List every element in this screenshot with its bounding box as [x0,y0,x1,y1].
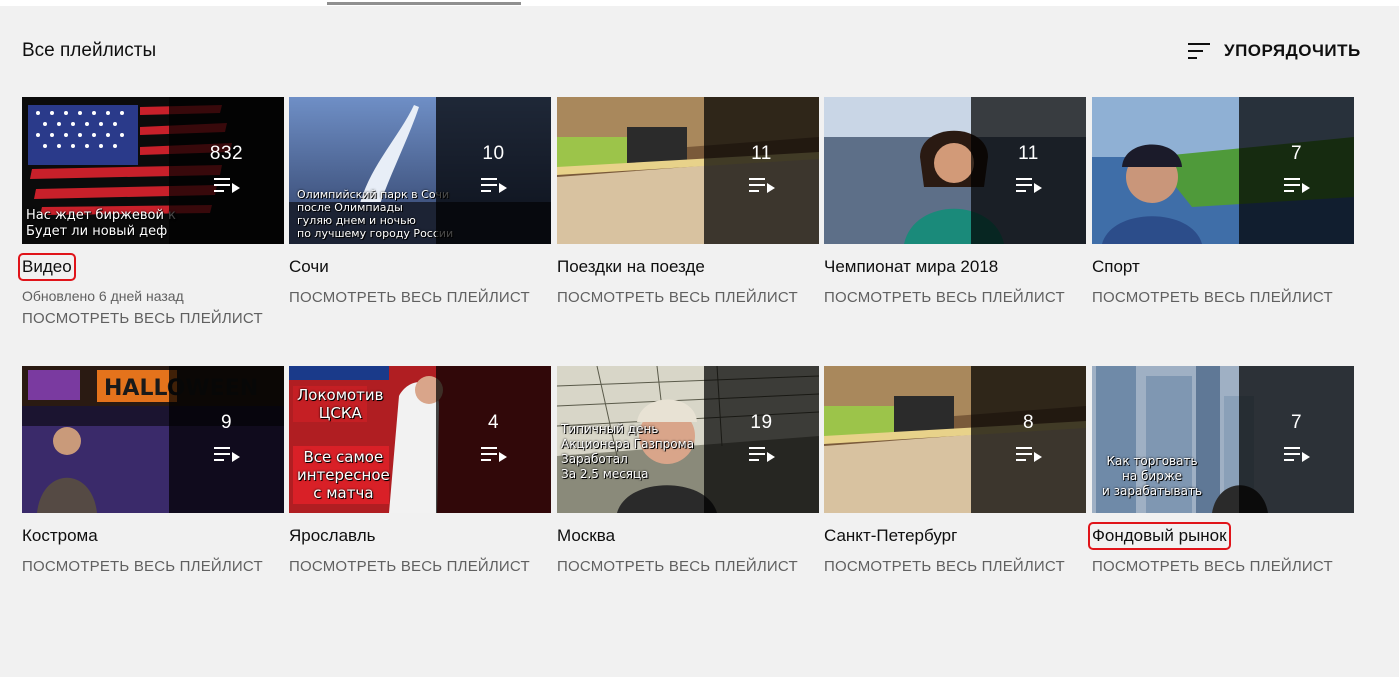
playlist-icon [213,177,240,193]
playlist-title[interactable]: Видео [18,253,76,281]
playlist-overlay: 11 [704,97,819,244]
playlist-thumbnail[interactable]: Как торговать на бирже и зарабатывать 7 [1092,366,1354,513]
playlist-overlay: 9 [169,366,284,513]
view-full-playlist-link[interactable]: ПОСМОТРЕТЬ ВЕСЬ ПЛЕЙЛИСТ [289,289,551,306]
playlist-thumbnail[interactable]: 11 [824,97,1086,244]
video-count: 7 [1290,411,1303,433]
playlist-title[interactable]: Сочи [289,257,329,277]
playlist-icon [213,446,240,462]
video-count: 11 [1018,142,1039,164]
playlist-icon [1015,446,1042,462]
playlist-icon [480,177,507,193]
playlist-card: 11 Поездки на поезде ПОСМОТРЕТЬ ВЕСЬ ПЛЕ… [557,97,819,306]
video-count: 832 [209,142,244,164]
playlist-thumbnail[interactable]: Локомотив ЦСКА Все самое интересное с ма… [289,366,551,513]
playlist-title[interactable]: Спорт [1092,257,1140,277]
video-count: 11 [751,142,772,164]
playlist-card: Локомотив ЦСКА Все самое интересное с ма… [289,366,551,575]
updated-text: Обновлено 6 дней назад [22,288,184,304]
playlist-card: Нас ждет биржевой к Будет ли новый деф 8… [18,97,284,327]
playlist-thumbnail[interactable]: Нас ждет биржевой к Будет ли новый деф 8… [22,97,284,244]
playlist-icon [748,177,775,193]
playlist-title[interactable]: Ярославль [289,526,375,546]
video-count: 7 [1290,142,1303,164]
video-count: 8 [1022,411,1035,433]
playlist-overlay: 7 [1239,366,1354,513]
view-full-playlist-link[interactable]: ПОСМОТРЕТЬ ВЕСЬ ПЛЕЙЛИСТ [22,558,284,575]
view-full-playlist-link[interactable]: ПОСМОТРЕТЬ ВЕСЬ ПЛЕЙЛИСТ [1092,558,1354,575]
view-full-playlist-link[interactable]: ПОСМОТРЕТЬ ВЕСЬ ПЛЕЙЛИСТ [824,558,1086,575]
playlist-overlay: 4 [436,366,551,513]
playlist-icon [1283,446,1310,462]
playlist-overlay: 11 [971,97,1086,244]
playlist-icon [748,446,775,462]
tab-bar [0,0,1399,6]
active-tab-indicator [327,2,521,5]
sort-button[interactable]: УПОРЯДОЧИТЬ [1186,38,1361,64]
playlist-title[interactable]: Москва [557,526,615,546]
view-full-playlist-link[interactable]: ПОСМОТРЕТЬ ВЕСЬ ПЛЕЙЛИСТ [22,310,284,327]
playlist-thumbnail[interactable]: HALLOWEEN 9 [22,366,284,513]
view-full-playlist-link[interactable]: ПОСМОТРЕТЬ ВЕСЬ ПЛЕЙЛИСТ [1092,289,1354,306]
view-full-playlist-link[interactable]: ПОСМОТРЕТЬ ВЕСЬ ПЛЕЙЛИСТ [557,558,819,575]
playlist-thumbnail[interactable]: 8 [824,366,1086,513]
playlist-card: 7 Спорт ПОСМОТРЕТЬ ВЕСЬ ПЛЕЙЛИСТ [1092,97,1354,306]
playlist-title[interactable]: Кострома [22,526,98,546]
playlist-title[interactable]: Чемпионат мира 2018 [824,257,998,277]
playlist-card: 8 Санкт-Петербург ПОСМОТРЕТЬ ВЕСЬ ПЛЕЙЛИ… [824,366,1086,575]
view-full-playlist-link[interactable]: ПОСМОТРЕТЬ ВЕСЬ ПЛЕЙЛИСТ [289,558,551,575]
playlist-icon [480,446,507,462]
playlist-title[interactable]: Поездки на поезде [557,257,705,277]
sort-label: УПОРЯДОЧИТЬ [1224,41,1361,60]
playlist-overlay: 10 [436,97,551,244]
sort-icon [1188,43,1210,59]
playlist-overlay: 7 [1239,97,1354,244]
playlist-icon [1015,177,1042,193]
playlist-card: 11 Чемпионат мира 2018 ПОСМОТРЕТЬ ВЕСЬ П… [824,97,1086,306]
playlist-thumbnail[interactable]: 11 [557,97,819,244]
view-full-playlist-link[interactable]: ПОСМОТРЕТЬ ВЕСЬ ПЛЕЙЛИСТ [557,289,819,306]
playlist-overlay: 832 [169,97,284,244]
video-count: 4 [487,411,500,433]
playlist-title[interactable]: Фондовый рынок [1088,522,1231,550]
playlist-card: Типичный день Акционера Газпрома Заработ… [557,366,819,575]
video-count: 9 [220,411,233,433]
video-count: 19 [750,411,773,433]
playlist-thumbnail[interactable]: Олимпийский парк в Сочи после Олимпиады … [289,97,551,244]
playlist-card: HALLOWEEN 9 Кострома ПОСМО [22,366,284,575]
playlist-card: Олимпийский парк в Сочи после Олимпиады … [289,97,551,306]
playlist-thumbnail[interactable]: 7 [1092,97,1354,244]
section-title: Все плейлисты [22,40,157,61]
video-count: 10 [482,142,505,164]
playlists-page: Все плейлисты УПОРЯДОЧИТЬ Нас ждет бирже… [0,0,1399,677]
view-full-playlist-link[interactable]: ПОСМОТРЕТЬ ВЕСЬ ПЛЕЙЛИСТ [824,289,1086,306]
playlist-card: Как торговать на бирже и зарабатывать 7 … [1088,366,1354,575]
playlist-icon [1283,177,1310,193]
playlist-thumbnail[interactable]: Типичный день Акционера Газпрома Заработ… [557,366,819,513]
playlist-grid: Нас ждет биржевой к Будет ли новый деф 8… [18,97,1362,657]
playlist-overlay: 8 [971,366,1086,513]
playlist-title[interactable]: Санкт-Петербург [824,526,957,546]
playlist-overlay: 19 [704,366,819,513]
